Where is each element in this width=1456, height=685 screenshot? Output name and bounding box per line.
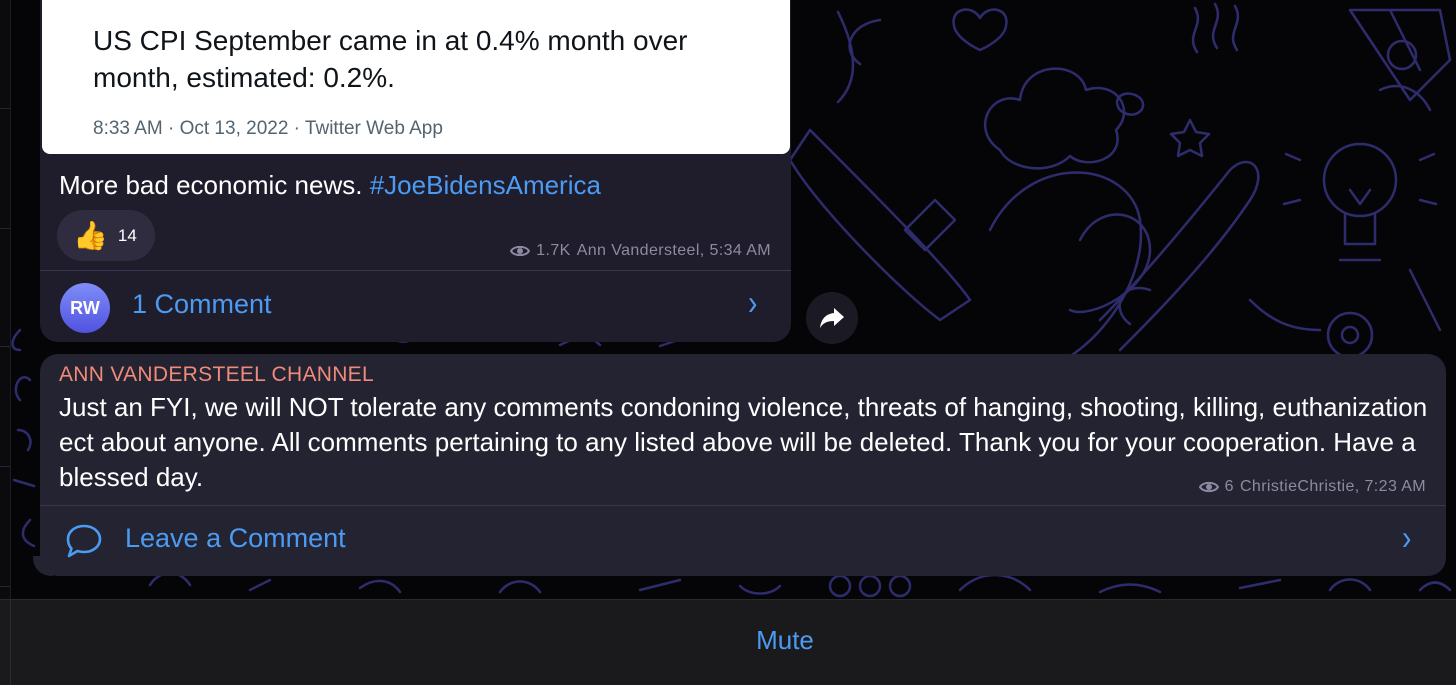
- eye-icon: [510, 245, 531, 257]
- avatar: RW: [60, 283, 110, 333]
- view-count: 1.7K: [536, 242, 571, 259]
- speech-bubble-icon: [66, 524, 102, 558]
- post-meta: 6 ChristieChristie, 7:23 AM: [1198, 478, 1426, 496]
- eye-icon: [1198, 481, 1219, 493]
- mute-button[interactable]: Mute: [0, 625, 1456, 656]
- share-arrow-icon: [820, 308, 844, 328]
- comments-label: 1 Comment: [132, 289, 272, 319]
- tweet-meta: 8:33 AM · Oct 13, 2022 · Twitter Web App: [93, 118, 443, 139]
- thumbs-up-icon: 👍: [73, 219, 108, 251]
- view-count: 6: [1224, 478, 1234, 495]
- bottom-bar: Mute: [0, 599, 1456, 685]
- reaction-chip[interactable]: 👍 14: [57, 210, 155, 261]
- caption-text: More bad economic news.: [59, 170, 363, 200]
- channel-name[interactable]: ANN VANDERSTEEL CHANNEL: [59, 363, 374, 387]
- leave-comment-label: Leave a Comment: [125, 523, 346, 553]
- leave-comment-button[interactable]: Leave a Comment ›: [40, 506, 1446, 576]
- channel-post-notice: ANN VANDERSTEEL CHANNEL Just an FYI, we …: [40, 354, 1446, 576]
- channel-post-tweet: US CPI September came in at 0.4% month o…: [40, 0, 791, 342]
- post-meta: 1.7K Ann Vandersteel, 5:34 AM: [510, 242, 771, 260]
- post-caption: More bad economic news. #JoeBidensAmeric…: [59, 170, 601, 201]
- author-time: ChristieChristie, 7:23 AM: [1239, 478, 1426, 495]
- tweet-embed-card[interactable]: US CPI September came in at 0.4% month o…: [42, 0, 790, 154]
- reaction-count: 14: [117, 225, 137, 245]
- forward-button[interactable]: [806, 292, 858, 344]
- hashtag-link[interactable]: #JoeBidensAmerica: [370, 170, 601, 200]
- chevron-right-icon: ›: [748, 283, 758, 322]
- author-time: Ann Vandersteel, 5:34 AM: [576, 242, 771, 259]
- tweet-text: US CPI September came in at 0.4% month o…: [93, 25, 688, 93]
- comments-button[interactable]: RW 1 Comment ›: [40, 271, 791, 342]
- chevron-right-icon: ›: [1402, 518, 1412, 557]
